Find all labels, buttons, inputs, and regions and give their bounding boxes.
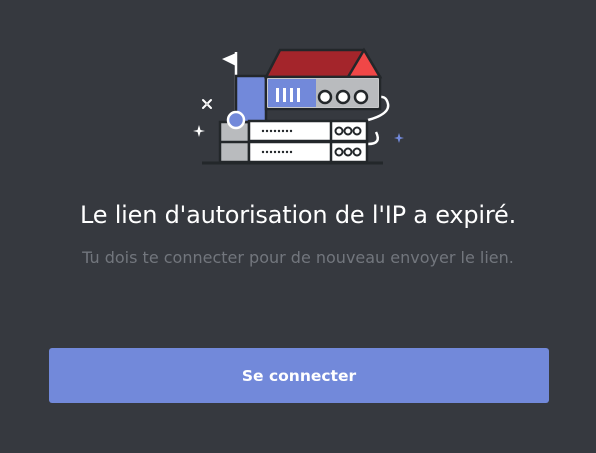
sparkle-icon: [394, 133, 404, 143]
server-house-icon: [193, 47, 404, 165]
ip-authorization-expired-card: Le lien d'autorisation de l'IP a expiré.…: [0, 0, 596, 453]
login-button[interactable]: Se connecter: [49, 348, 549, 403]
dialog-title: Le lien d'autorisation de l'IP a expiré.: [79, 201, 517, 229]
sparkle-icon: [202, 99, 212, 109]
dialog-subtitle: Tu dois te connecter pour de nouveau env…: [82, 248, 514, 267]
sparkle-icon: [193, 125, 205, 137]
flag-icon: [222, 52, 238, 110]
